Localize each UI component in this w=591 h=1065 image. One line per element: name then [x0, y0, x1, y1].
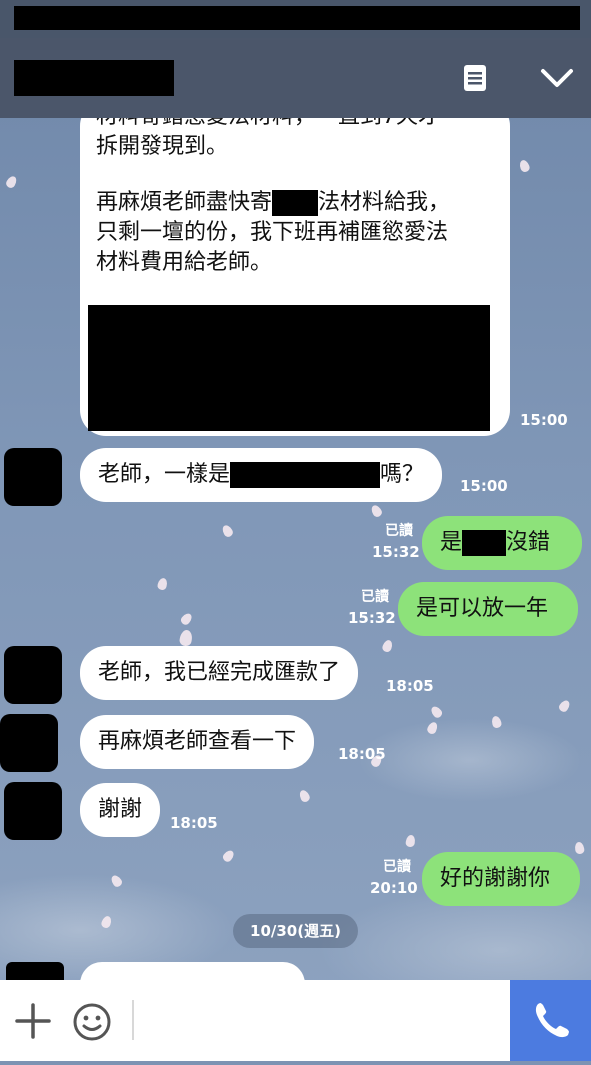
message-bubble[interactable]: 老師，我已經完成匯款了	[80, 646, 359, 700]
message-input[interactable]	[140, 996, 504, 1048]
read-receipt: 已讀	[383, 859, 411, 875]
message-time: 15:32	[348, 609, 396, 627]
message-time: 18:05	[386, 677, 434, 695]
plus-icon[interactable]	[14, 1002, 52, 1040]
message-time: 15:00	[460, 477, 508, 495]
redacted-chat-title	[14, 60, 174, 96]
message-bubble[interactable]: 謝謝	[80, 783, 161, 837]
avatar[interactable]	[4, 782, 62, 840]
status-bar	[0, 0, 591, 38]
my-message-bubble[interactable]: 好的謝謝你	[422, 852, 580, 906]
message-text: 老師，一樣是	[98, 462, 231, 487]
redacted-text	[230, 462, 381, 488]
message-bubble[interactable]: 老師，一樣是 嗎？	[80, 448, 443, 502]
message-text: 再麻煩老師盡快寄 法材料給我， 只剩一壇的份，我下班再補匯慾愛法 材料費用給老師。	[96, 190, 451, 275]
message-time: 15:00	[520, 411, 568, 429]
redacted-status-info	[14, 6, 580, 30]
avatar[interactable]	[0, 714, 58, 772]
emoji-icon[interactable]	[72, 1002, 112, 1042]
message-time: 18:05	[170, 814, 218, 832]
message-bubble[interactable]: 材料寄錯愆愛法材料，一直到7天才 拆開發現到。 再麻煩老師盡快寄法材料給我， 只…	[80, 100, 510, 436]
my-message-bubble[interactable]: 是可以放一年	[398, 582, 578, 636]
redacted-text	[462, 530, 507, 556]
chevron-down-icon[interactable]	[540, 66, 574, 90]
message-composer	[0, 980, 591, 1061]
my-message-bubble[interactable]: 是 沒錯	[422, 516, 582, 570]
redacted-image	[88, 305, 490, 431]
message-text: 是	[440, 530, 463, 555]
notes-icon[interactable]	[462, 64, 488, 92]
message-text: 沒錯	[506, 530, 551, 555]
avatar[interactable]	[4, 448, 62, 506]
message-time: 18:05	[338, 745, 386, 763]
read-receipt: 已讀	[385, 523, 413, 539]
message-text: 嗎？	[380, 462, 425, 487]
read-receipt: 已讀	[361, 589, 389, 605]
redacted-text	[272, 190, 319, 216]
message-time: 15:32	[372, 543, 420, 561]
date-separator: 10/30(週五)	[233, 914, 358, 948]
message-bubble[interactable]: 再麻煩老師查看一下	[80, 715, 315, 769]
avatar[interactable]	[4, 646, 62, 704]
phone-icon	[535, 1003, 569, 1038]
input-caret	[132, 1000, 134, 1040]
call-button[interactable]	[510, 980, 591, 1061]
message-time: 20:10	[370, 879, 418, 897]
